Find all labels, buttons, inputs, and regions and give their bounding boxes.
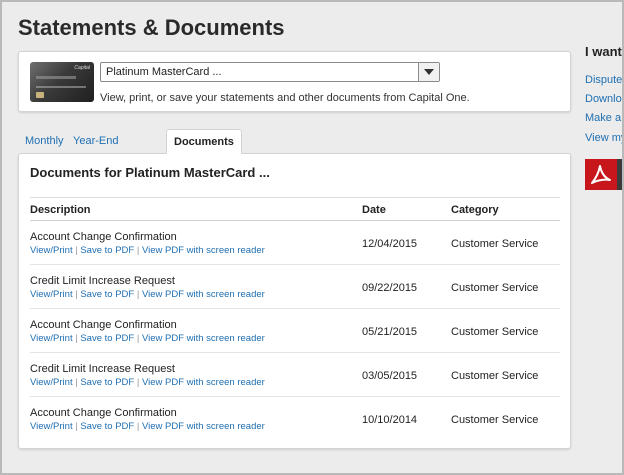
- tab-monthly[interactable]: Monthly: [25, 129, 64, 154]
- chevron-down-icon[interactable]: [418, 63, 439, 81]
- save-pdf-link[interactable]: Save to PDF: [80, 421, 134, 432]
- document-category: Customer Service: [451, 238, 539, 250]
- table-row: Credit Limit Increase Request View/Print…: [30, 265, 560, 309]
- column-header-date: Date: [362, 204, 386, 216]
- tab-documents[interactable]: Documents: [166, 129, 242, 154]
- view-print-link[interactable]: View/Print: [30, 333, 73, 344]
- sidebar-link-dispute[interactable]: Dispute a: [585, 74, 624, 86]
- save-pdf-link[interactable]: Save to PDF: [80, 245, 134, 256]
- tab-year-end-summary[interactable]: Year-End Summary: [73, 129, 120, 172]
- link-separator: |: [75, 333, 78, 344]
- card-selector-panel: Capital Platinum MasterCard ... View, pr…: [18, 51, 571, 112]
- card-description: View, print, or save your statements and…: [100, 92, 470, 104]
- column-header-category: Category: [451, 204, 499, 216]
- sidebar-dark-tile: [617, 159, 624, 190]
- view-print-link[interactable]: View/Print: [30, 421, 73, 432]
- link-separator: |: [136, 377, 140, 388]
- link-separator: |: [136, 289, 140, 300]
- save-pdf-link[interactable]: Save to PDF: [80, 289, 134, 300]
- document-description: Account Change Confirmation: [30, 319, 177, 331]
- screen-reader-pdf-link[interactable]: View PDF with screen reader: [142, 333, 265, 344]
- link-separator: |: [136, 245, 140, 256]
- table-row: Credit Limit Increase Request View/Print…: [30, 353, 560, 397]
- page-title: Statements & Documents: [18, 15, 285, 40]
- document-date: 10/10/2014: [362, 414, 418, 426]
- sidebar-link-view[interactable]: View my: [585, 132, 624, 144]
- link-separator: |: [75, 245, 78, 256]
- account-select[interactable]: Platinum MasterCard ...: [100, 62, 440, 82]
- link-separator: |: [75, 289, 78, 300]
- sidebar-link-download[interactable]: Downlo: [585, 93, 622, 105]
- document-description: Account Change Confirmation: [30, 407, 177, 419]
- document-category: Customer Service: [451, 414, 539, 426]
- table-row: Account Change Confirmation View/Print |…: [30, 309, 560, 353]
- save-pdf-link[interactable]: Save to PDF: [80, 377, 134, 388]
- screen-reader-pdf-link[interactable]: View PDF with screen reader: [142, 289, 265, 300]
- link-separator: |: [75, 377, 78, 388]
- document-description: Credit Limit Increase Request: [30, 275, 175, 287]
- adobe-pdf-icon[interactable]: [585, 159, 617, 190]
- sidebar-heading: I want: [585, 44, 622, 59]
- screen-reader-pdf-link[interactable]: View PDF with screen reader: [142, 245, 265, 256]
- link-separator: |: [136, 421, 140, 432]
- table-row: Account Change Confirmation View/Print |…: [30, 221, 560, 265]
- document-date: 05/21/2015: [362, 326, 418, 338]
- link-separator: |: [136, 333, 140, 344]
- card-brand-text: Capital: [74, 65, 90, 71]
- documents-title: Documents for Platinum MasterCard ...: [30, 165, 270, 180]
- document-description: Account Change Confirmation: [30, 231, 177, 243]
- document-date: 03/05/2015: [362, 370, 418, 382]
- documents-panel: Documents for Platinum MasterCard ... De…: [18, 153, 571, 449]
- document-category: Customer Service: [451, 282, 539, 294]
- document-category: Customer Service: [451, 370, 539, 382]
- screen-reader-pdf-link[interactable]: View PDF with screen reader: [142, 421, 265, 432]
- screen-reader-pdf-link[interactable]: View PDF with screen reader: [142, 377, 265, 388]
- view-print-link[interactable]: View/Print: [30, 289, 73, 300]
- document-category: Customer Service: [451, 326, 539, 338]
- view-print-link[interactable]: View/Print: [30, 377, 73, 388]
- document-date: 12/04/2015: [362, 238, 418, 250]
- save-pdf-link[interactable]: Save to PDF: [80, 333, 134, 344]
- credit-card-image: Capital: [30, 62, 94, 102]
- sidebar-link-make[interactable]: Make a F: [585, 112, 624, 124]
- link-separator: |: [75, 421, 78, 432]
- table-row: Account Change Confirmation View/Print |…: [30, 397, 560, 441]
- view-print-link[interactable]: View/Print: [30, 245, 73, 256]
- document-date: 09/22/2015: [362, 282, 418, 294]
- account-select-value: Platinum MasterCard ...: [106, 66, 222, 78]
- document-description: Credit Limit Increase Request: [30, 363, 175, 375]
- column-header-description: Description: [30, 204, 91, 216]
